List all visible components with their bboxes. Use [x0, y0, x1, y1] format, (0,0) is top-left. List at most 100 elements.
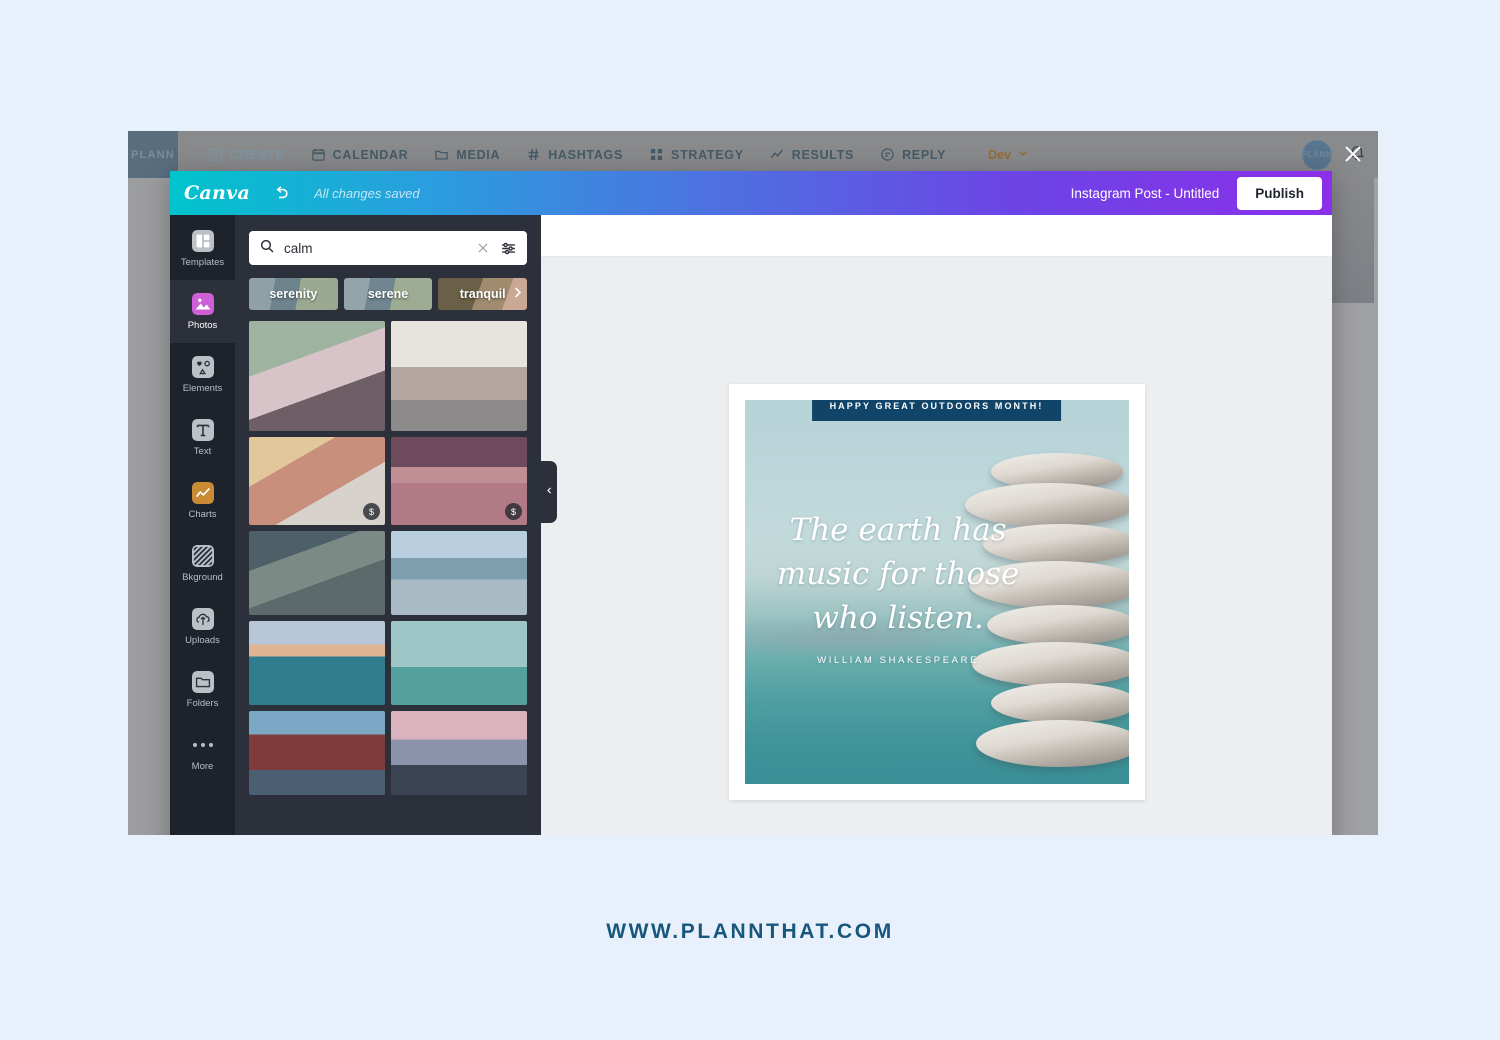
- tool-label-uploads: Uploads: [185, 635, 220, 646]
- photo-result[interactable]: [391, 711, 527, 795]
- chart-line-icon: [191, 481, 215, 505]
- tool-label-photos: Photos: [187, 320, 218, 331]
- photo-result[interactable]: [391, 321, 527, 431]
- chip-serenity[interactable]: serenity: [249, 278, 338, 310]
- photo-result[interactable]: [249, 321, 385, 431]
- close-icon[interactable]: [475, 240, 491, 256]
- banner-ribbon[interactable]: HAPPY GREAT OUTDOORS MONTH!: [811, 400, 1062, 421]
- publish-button[interactable]: Publish: [1237, 176, 1322, 210]
- photo-icon: [191, 292, 215, 316]
- tool-background[interactable]: Bkground: [170, 532, 235, 595]
- avatar[interactable]: PLANN: [1302, 139, 1332, 170]
- close-modal-button[interactable]: [1338, 139, 1368, 169]
- tool-label-text: Text: [193, 446, 212, 457]
- document-title[interactable]: Instagram Post - Untitled: [1071, 186, 1220, 201]
- canva-header: Canva All changes saved Instagram Post -…: [170, 171, 1332, 215]
- canva-editor-area: HAPPY GREAT OUTDOORS MONTH! The earth ha…: [541, 215, 1332, 835]
- tool-templates[interactable]: Templates: [170, 217, 235, 280]
- plann-app-window: PLANN CREATE CALENDAR MEDIA HASHTAGS STR…: [128, 131, 1378, 835]
- chip-label: serene: [367, 287, 409, 301]
- tool-more[interactable]: More: [170, 721, 235, 784]
- nav-item-strategy[interactable]: STRATEGY: [649, 147, 744, 162]
- nav-item-hashtags[interactable]: HASHTAGS: [526, 147, 623, 162]
- photo-result[interactable]: [249, 531, 385, 615]
- hash-icon: [526, 147, 541, 162]
- premium-badge: $: [505, 503, 522, 520]
- photo-result[interactable]: $: [391, 437, 527, 525]
- nav-item-media[interactable]: MEDIA: [434, 147, 500, 162]
- quote-line-2: music for those: [776, 555, 1020, 592]
- footer-url: WWW.PLANNTHAT.COM: [606, 920, 894, 943]
- templates-icon: [191, 229, 215, 253]
- folder-icon: [191, 670, 215, 694]
- chip-label: tranquil: [459, 287, 506, 301]
- tool-label-background: Bkground: [182, 572, 223, 583]
- photo-result[interactable]: $: [249, 437, 385, 525]
- undo-arrow-icon[interactable]: [268, 181, 292, 205]
- quote-text[interactable]: The earth has music for those who listen…: [760, 508, 1036, 640]
- canva-logo[interactable]: Canva: [184, 182, 250, 204]
- tool-photos[interactable]: Photos: [170, 280, 235, 343]
- nav-label-reply: REPLY: [902, 147, 947, 162]
- quote-line-1: The earth has: [789, 511, 1007, 548]
- save-status: All changes saved: [314, 185, 420, 201]
- tool-label-charts: Charts: [188, 509, 217, 520]
- folder-icon: [434, 147, 449, 162]
- suggestion-chips: serenity serene tranquil: [249, 278, 528, 310]
- search-box[interactable]: [249, 231, 527, 265]
- tool-elements[interactable]: Elements: [170, 343, 235, 406]
- grid-icon: [649, 147, 664, 162]
- design-frame[interactable]: HAPPY GREAT OUTDOORS MONTH! The earth ha…: [728, 384, 1145, 800]
- nav-item-calendar[interactable]: CALENDAR: [311, 147, 409, 162]
- text-t-icon: [191, 418, 215, 442]
- nav-label-strategy: STRATEGY: [671, 147, 744, 162]
- canvas-area[interactable]: HAPPY GREAT OUTDOORS MONTH! The earth ha…: [541, 257, 1332, 835]
- account-menu[interactable]: Dev: [988, 147, 1029, 162]
- plann-nav-items: CREATE CALENDAR MEDIA HASHTAGS STRATEGY …: [208, 147, 1029, 162]
- design-canvas[interactable]: HAPPY GREAT OUTDOORS MONTH! The earth ha…: [744, 400, 1129, 784]
- photo-result[interactable]: [249, 621, 385, 705]
- chevron-left-icon: [545, 486, 554, 498]
- search-input[interactable]: [284, 240, 466, 256]
- photo-result[interactable]: [249, 711, 385, 795]
- photo-results-grid: $ $: [249, 321, 527, 795]
- shapes-icon: [191, 355, 215, 379]
- pencil-square-icon: [208, 147, 223, 162]
- tool-charts[interactable]: Charts: [170, 469, 235, 532]
- nav-item-results[interactable]: RESULTS: [770, 147, 854, 162]
- canva-body: Templates Photos Elements Text Charts Bk…: [170, 215, 1332, 835]
- editor-toolbar[interactable]: [541, 215, 1332, 257]
- panel-collapse-handle[interactable]: [541, 461, 557, 523]
- tool-folders[interactable]: Folders: [170, 658, 235, 721]
- chip-tranquil[interactable]: tranquil: [438, 278, 528, 310]
- chevron-right-icon[interactable]: [510, 285, 525, 303]
- photo-result[interactable]: [391, 531, 527, 615]
- nav-label-create: CREATE: [230, 147, 285, 162]
- nav-item-create[interactable]: CREATE: [208, 147, 285, 162]
- photos-search-panel: serenity serene tranquil: [235, 215, 541, 835]
- tool-uploads[interactable]: Uploads: [170, 595, 235, 658]
- tool-label-templates: Templates: [180, 257, 225, 268]
- chat-bubble-icon: [880, 147, 895, 162]
- nav-item-reply[interactable]: REPLY: [880, 147, 946, 162]
- sliders-filter-icon[interactable]: [500, 240, 517, 257]
- page-root: PLANN CREATE CALENDAR MEDIA HASHTAGS STR…: [0, 0, 1500, 1040]
- canva-editor-modal: Canva All changes saved Instagram Post -…: [170, 171, 1332, 835]
- nav-label-media: MEDIA: [456, 147, 501, 162]
- quote-author[interactable]: WILLIAM SHAKESPEARE: [760, 655, 1036, 666]
- photo-result[interactable]: [391, 621, 527, 705]
- tool-label-elements: Elements: [182, 383, 223, 394]
- hatch-pattern-icon: [191, 544, 215, 568]
- cloud-upload-icon: [191, 607, 215, 631]
- canva-tool-rail: Templates Photos Elements Text Charts Bk…: [170, 215, 235, 835]
- account-menu-label: Dev: [988, 147, 1012, 162]
- magnifier-icon: [259, 238, 275, 259]
- nav-label-results: RESULTS: [791, 147, 855, 162]
- quote-line-3: who listen.: [812, 599, 984, 636]
- tool-text[interactable]: Text: [170, 406, 235, 469]
- chevron-down-icon: [1017, 147, 1029, 162]
- ellipsis-icon: [191, 733, 215, 757]
- chip-serene[interactable]: serene: [343, 278, 433, 310]
- chip-label: serenity: [269, 287, 318, 301]
- trend-line-icon: [770, 147, 785, 162]
